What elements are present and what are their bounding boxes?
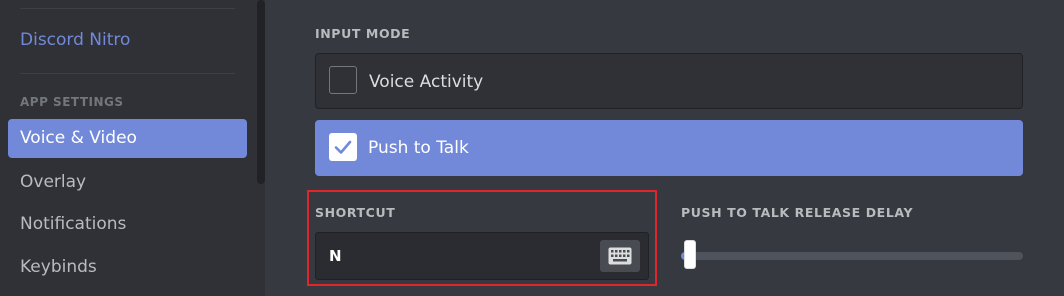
release-delay-title: PUSH TO TALK RELEASE DELAY (681, 205, 914, 220)
keyboard-icon (608, 247, 632, 265)
voice-activity-checkbox[interactable] (329, 66, 357, 94)
checkmark-icon (334, 140, 352, 154)
sidebar-divider (20, 73, 235, 74)
record-keybind-button[interactable] (600, 240, 640, 272)
push-to-talk-label: Push to Talk (368, 138, 469, 158)
shortcut-value: N (329, 247, 342, 265)
push-to-talk-checkbox[interactable] (329, 133, 357, 161)
sidebar-item-keybinds[interactable]: Keybinds (8, 248, 247, 287)
voice-activity-label: Voice Activity (369, 72, 484, 92)
sidebar-section-header: APP SETTINGS (20, 95, 124, 109)
release-delay-slider-handle[interactable] (684, 240, 696, 269)
sidebar-item-overlay[interactable]: Overlay (8, 163, 247, 202)
settings-sidebar: Discord Nitro APP SETTINGS Voice & Video… (0, 0, 265, 296)
sidebar-item-notifications[interactable]: Notifications (8, 205, 247, 244)
shortcut-keybind-input[interactable]: N (315, 232, 649, 280)
input-mode-title: INPUT MODE (315, 26, 411, 41)
sidebar-item-voice-video[interactable]: Voice & Video (8, 119, 247, 158)
sidebar-scrollbar[interactable] (257, 0, 265, 184)
voice-activity-option[interactable]: Voice Activity (315, 53, 1023, 109)
push-to-talk-option[interactable]: Push to Talk (315, 120, 1023, 176)
shortcut-title: SHORTCUT (315, 205, 396, 220)
sidebar-divider (20, 8, 235, 9)
sidebar-item-discord-nitro[interactable]: Discord Nitro (8, 21, 247, 60)
release-delay-slider-track[interactable] (681, 252, 1023, 260)
